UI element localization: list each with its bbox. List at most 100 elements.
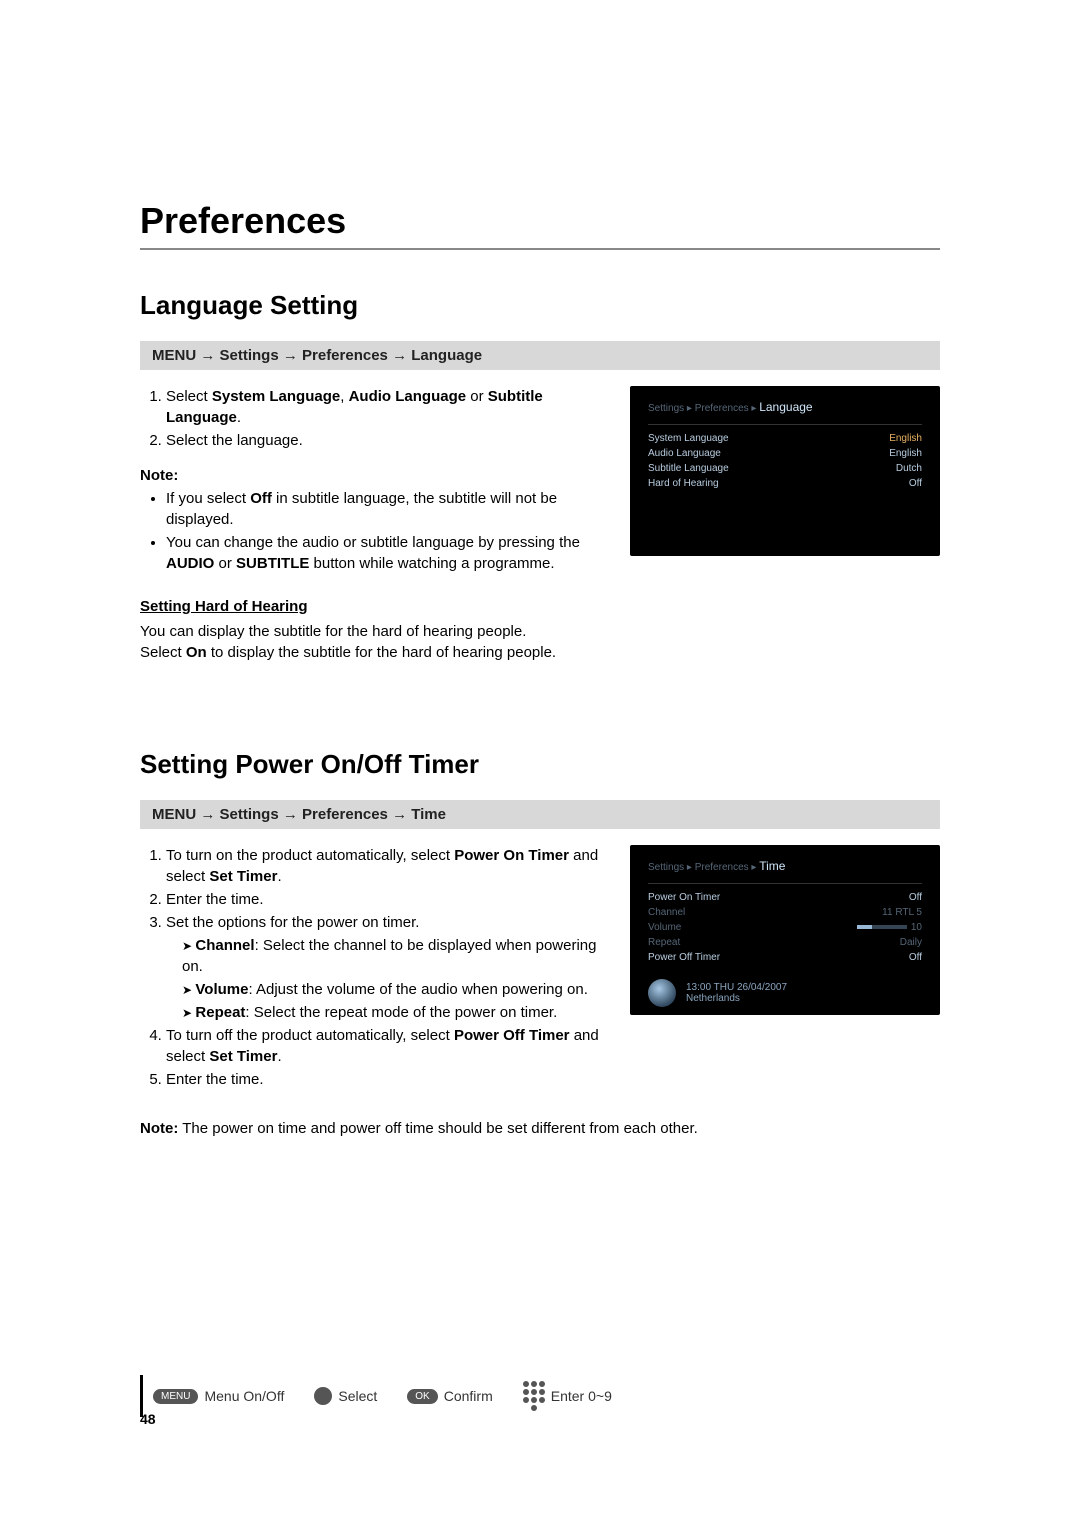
text: : Adjust the volume of the audio when po…	[248, 981, 587, 998]
row-power-on-timer: Power On TimerOff	[648, 890, 922, 905]
page-title: Preferences	[140, 200, 940, 242]
bold: System Language	[212, 388, 340, 405]
row-label: System Language	[648, 433, 729, 444]
row-label: Channel	[648, 907, 685, 918]
language-steps: Select System Language, Audio Language o…	[140, 386, 610, 451]
text: Select	[140, 644, 186, 661]
language-screenshot: Settings ▸ Preferences ▸ Language System…	[630, 386, 940, 556]
row-system-language: System Language English	[648, 431, 922, 446]
text: You can change the audio or subtitle lan…	[166, 534, 580, 551]
separator	[648, 883, 922, 884]
section-heading-language: Language Setting	[140, 290, 940, 321]
bullet-1: If you select Off in subtitle language, …	[166, 488, 610, 530]
row-label: Power On Timer	[648, 892, 720, 903]
text: Set the options for the power on timer.	[166, 914, 419, 931]
bold: Off	[250, 490, 272, 507]
nav-path-time: MENU → Settings → Preferences → Time	[140, 800, 940, 829]
bold: On	[186, 644, 207, 661]
step-1: Select System Language, Audio Language o…	[166, 386, 610, 428]
bold: Repeat	[195, 1004, 245, 1021]
volume-bar	[857, 925, 907, 929]
nav-circle-icon	[314, 1387, 332, 1405]
menu-pill-icon: MENU	[153, 1389, 198, 1404]
row-subtitle-language: Subtitle LanguageDutch	[648, 461, 922, 476]
clock-location: Netherlands	[686, 993, 787, 1004]
row-label: Volume	[648, 922, 681, 933]
bullet-2: You can change the audio or subtitle lan…	[166, 532, 610, 574]
text: If you select	[166, 490, 250, 507]
nav-path-language: MENU → Settings → Preferences → Language	[140, 341, 940, 370]
row-value: Off	[909, 478, 922, 489]
text: or	[466, 388, 488, 405]
row-value: 11 RTL 5	[882, 907, 922, 918]
text: : Select the repeat mode of the power on…	[245, 1004, 557, 1021]
menu-label: Menu On/Off	[204, 1388, 284, 1404]
time-screenshot: Settings ▸ Preferences ▸ Time Power On T…	[630, 845, 940, 1015]
bold: Power On Timer	[454, 847, 569, 864]
timer-steps: To turn on the product automatically, se…	[140, 845, 610, 1090]
screenshot-breadcrumb: Settings ▸ Preferences ▸ Time	[648, 859, 922, 873]
opt-channel: Channel: Select the channel to be displa…	[182, 935, 610, 977]
text: To turn off the product automatically, s…	[166, 1027, 454, 1044]
language-notes: If you select Off in subtitle language, …	[140, 488, 610, 574]
step-2: Enter the time.	[166, 889, 610, 910]
breadcrumb-prefix: Settings ▸ Preferences ▸	[648, 403, 759, 414]
row-hard-of-hearing: Hard of HearingOff	[648, 476, 922, 491]
step-4: To turn off the product automatically, s…	[166, 1025, 610, 1067]
volume-number: 10	[911, 922, 922, 933]
row-label: Power Off Timer	[648, 952, 720, 963]
footer-keypad-button: Enter 0~9	[523, 1381, 612, 1411]
row-value: Daily	[900, 937, 922, 948]
timer-final-note: Note: The power on time and power off ti…	[140, 1118, 940, 1139]
sub-heading-hard-of-hearing: Setting Hard of Hearing	[140, 598, 940, 615]
globe-clock-icon	[648, 979, 676, 1007]
step-3: Set the options for the power on timer. …	[166, 912, 610, 1023]
clock-time: 13:00 THU 26/04/2007	[686, 982, 787, 993]
breadcrumb-current: Time	[759, 859, 785, 873]
breadcrumb-current: Language	[759, 400, 812, 414]
bold: Channel	[195, 937, 254, 954]
confirm-label: Confirm	[444, 1388, 493, 1404]
title-underline	[140, 248, 940, 250]
row-audio-language: Audio LanguageEnglish	[648, 446, 922, 461]
footer-ok-button: OK Confirm	[407, 1388, 492, 1404]
row-label: Subtitle Language	[648, 463, 729, 474]
bold: Set Timer	[209, 868, 277, 885]
row-repeat: Repeat Daily	[648, 935, 922, 950]
row-label: Repeat	[648, 937, 680, 948]
row-value: English	[889, 433, 922, 444]
separator	[648, 424, 922, 425]
row-value: 10	[857, 922, 922, 933]
step-5: Enter the time.	[166, 1069, 610, 1090]
text: .	[237, 409, 241, 426]
row-power-off-timer: Power Off Timer Off	[648, 950, 922, 965]
text: Select	[166, 388, 212, 405]
text: to display the subtitle for the hard of …	[207, 644, 556, 661]
bold: Set Timer	[209, 1048, 277, 1065]
text: or	[214, 555, 236, 572]
clock-area: 13:00 THU 26/04/2007 Netherlands	[648, 979, 922, 1007]
bold: AUDIO	[166, 555, 214, 572]
opt-repeat: Repeat: Select the repeat mode of the po…	[182, 1002, 610, 1023]
screenshot-breadcrumb: Settings ▸ Preferences ▸ Language	[648, 400, 922, 414]
step-2: Select the language.	[166, 430, 610, 451]
row-label: Audio Language	[648, 448, 721, 459]
text: ,	[340, 388, 348, 405]
footer-select-button: Select	[314, 1387, 377, 1405]
select-label: Select	[338, 1388, 377, 1404]
ok-pill-icon: OK	[407, 1389, 437, 1404]
text: button while watching a programme.	[309, 555, 554, 572]
section-heading-timer: Setting Power On/Off Timer	[140, 749, 940, 780]
breadcrumb-prefix: Settings ▸ Preferences ▸	[648, 862, 759, 873]
footer-menu-button: MENU Menu On/Off	[153, 1388, 284, 1404]
text: The power on time and power off time sho…	[178, 1120, 697, 1137]
step-1: To turn on the product automatically, se…	[166, 845, 610, 887]
hard-of-hearing-body: You can display the subtitle for the har…	[140, 621, 940, 663]
row-value: Off	[909, 952, 922, 963]
row-volume: Volume 10	[648, 920, 922, 935]
text: To turn on the product automatically, se…	[166, 847, 454, 864]
note-label: Note:	[140, 465, 610, 486]
footer-bar: MENU Menu On/Off Select OK Confirm Enter…	[140, 1375, 940, 1417]
timer-options: Channel: Select the channel to be displa…	[166, 935, 610, 1023]
row-channel: Channel 11 RTL 5	[648, 905, 922, 920]
